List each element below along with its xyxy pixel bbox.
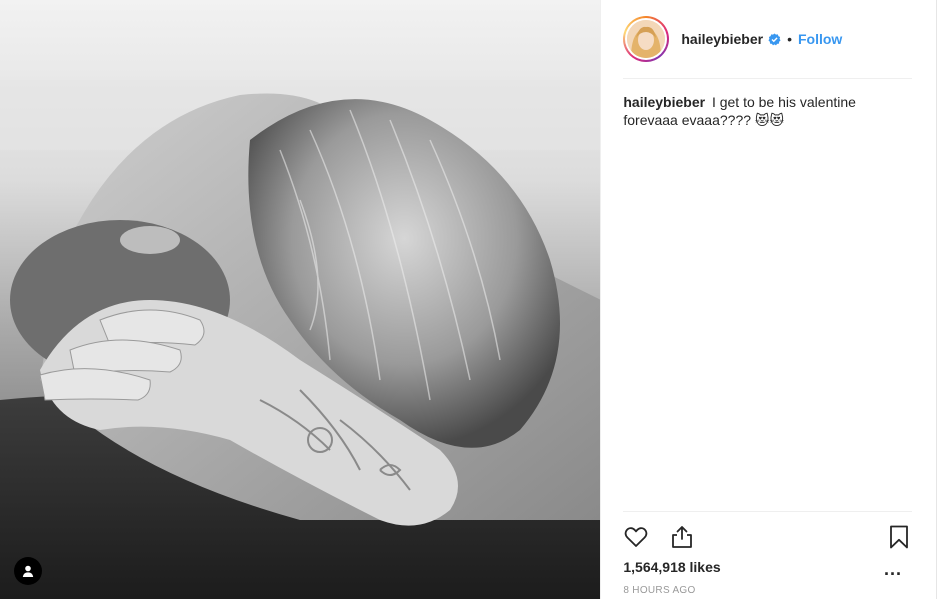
post-side-panel: haileybieber • Follow haileybieber I get… <box>600 0 936 599</box>
more-icon[interactable]: ... <box>884 560 902 578</box>
share-icon <box>672 526 693 548</box>
tagged-people-button[interactable] <box>14 557 42 585</box>
post-photo[interactable] <box>0 0 601 599</box>
action-bar <box>623 522 912 552</box>
post-footer: 1,564,918 likes ... 8 HOURS AGO <box>623 511 912 599</box>
likes-count[interactable]: 1,564,918 likes <box>623 559 720 575</box>
photo-image <box>0 0 601 599</box>
separator-dot: • <box>787 31 792 47</box>
save-button[interactable] <box>886 524 912 550</box>
instagram-post: haileybieber • Follow haileybieber I get… <box>0 0 937 599</box>
verified-badge-icon <box>768 32 781 45</box>
post-header: haileybieber • Follow <box>623 0 912 79</box>
follow-button[interactable]: Follow <box>798 31 842 47</box>
caption: haileybieber I get to be his valentine f… <box>601 79 936 511</box>
bookmark-icon <box>890 525 908 549</box>
story-ring[interactable] <box>623 16 670 62</box>
header-username[interactable]: haileybieber <box>681 31 763 47</box>
person-icon <box>22 565 34 577</box>
avatar <box>627 20 666 58</box>
post-timestamp[interactable]: 8 HOURS AGO <box>623 585 695 596</box>
share-button[interactable] <box>669 524 695 550</box>
like-button[interactable] <box>623 524 649 550</box>
heart-icon <box>625 527 648 547</box>
caption-username[interactable]: haileybieber <box>623 94 705 110</box>
